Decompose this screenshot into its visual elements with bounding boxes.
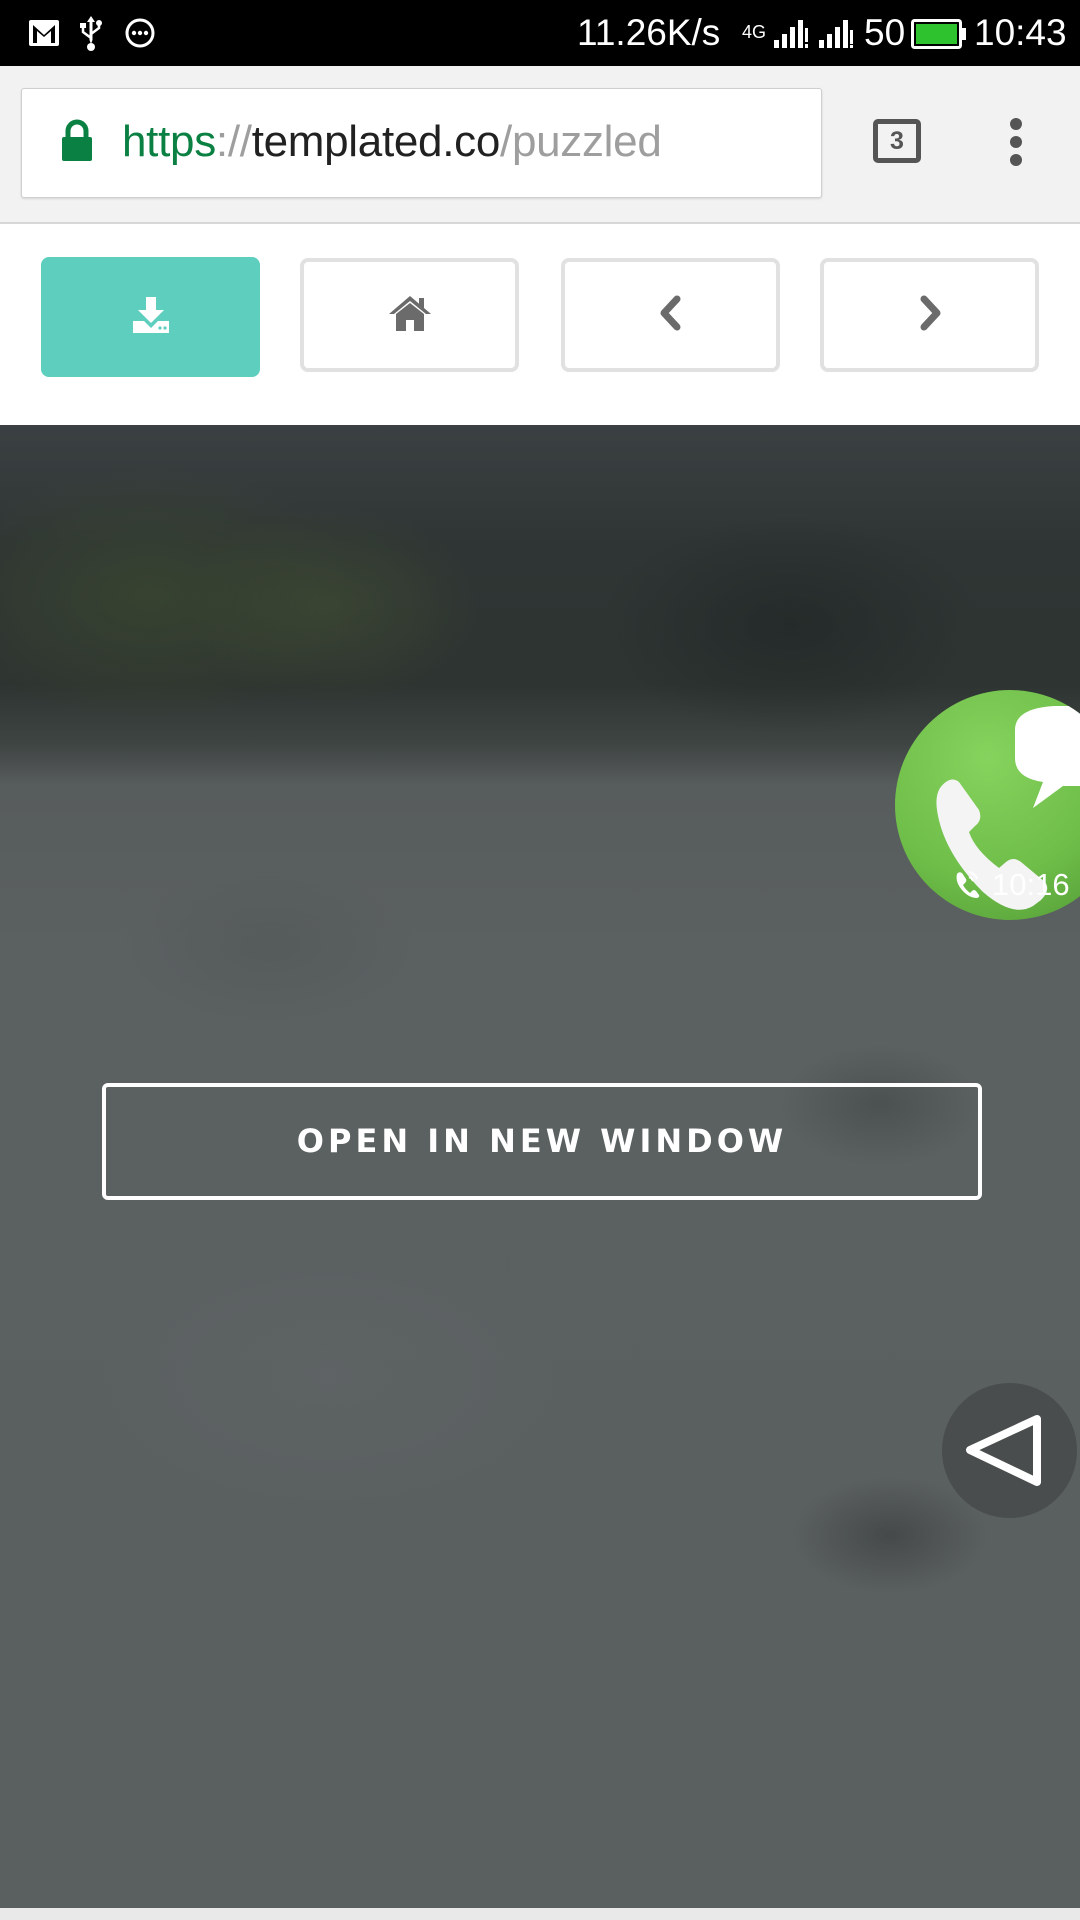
next-button[interactable] <box>820 258 1039 372</box>
tab-switcher-button[interactable]: 3 <box>873 119 921 163</box>
url-host: templated.co <box>251 117 501 166</box>
browser-toolbar: https://templated.co/puzzled 3 <box>0 66 1080 224</box>
call-duration: 10:16 <box>992 867 1070 902</box>
tab-count: 3 <box>890 127 904 155</box>
previous-button[interactable] <box>561 258 780 372</box>
signal-4g-icon <box>773 18 809 55</box>
download-button[interactable] <box>41 257 260 377</box>
back-triangle-icon <box>966 1415 1041 1486</box>
blur-shape <box>180 505 480 705</box>
more-icon <box>124 17 156 54</box>
chevron-right-icon <box>916 295 944 336</box>
usb-icon <box>77 14 105 57</box>
home-icon <box>387 293 433 338</box>
clock: 10:43 <box>974 12 1067 53</box>
blur-shape <box>100 1245 560 1505</box>
menu-dot-icon <box>1010 118 1022 130</box>
menu-dot-icon <box>1010 154 1022 166</box>
gmail-icon <box>28 19 60 52</box>
lock-icon[interactable] <box>60 119 94 168</box>
floating-back-button[interactable] <box>942 1383 1077 1518</box>
url-separator: :// <box>215 117 252 166</box>
download-icon <box>131 295 171 340</box>
battery-level: 50 <box>864 12 906 53</box>
page-toolbar <box>0 224 1080 425</box>
blur-shape <box>120 865 420 1025</box>
url-scheme: https <box>122 117 216 166</box>
url-path: /puzzled <box>500 117 662 166</box>
address-field[interactable]: https://templated.co/puzzled <box>21 88 822 198</box>
network-speed: 11.26K/s <box>577 12 721 53</box>
page-bottom-edge <box>0 1908 1080 1920</box>
open-in-new-window-button[interactable]: OPEN IN NEW WINDOW <box>102 1083 982 1200</box>
overflow-menu-button[interactable] <box>1004 118 1028 166</box>
signal-roaming-icon <box>818 16 854 55</box>
battery-icon <box>911 19 967 54</box>
status-bar: 11.26K/s 4G 50 10:43 <box>0 0 1080 66</box>
incoming-call-icon <box>956 871 980 898</box>
chevron-left-icon <box>657 295 685 336</box>
menu-dot-icon <box>1010 136 1022 148</box>
url-text: https://templated.co/puzzled <box>122 116 662 168</box>
network-type: 4G <box>742 22 767 42</box>
home-button[interactable] <box>300 258 519 372</box>
